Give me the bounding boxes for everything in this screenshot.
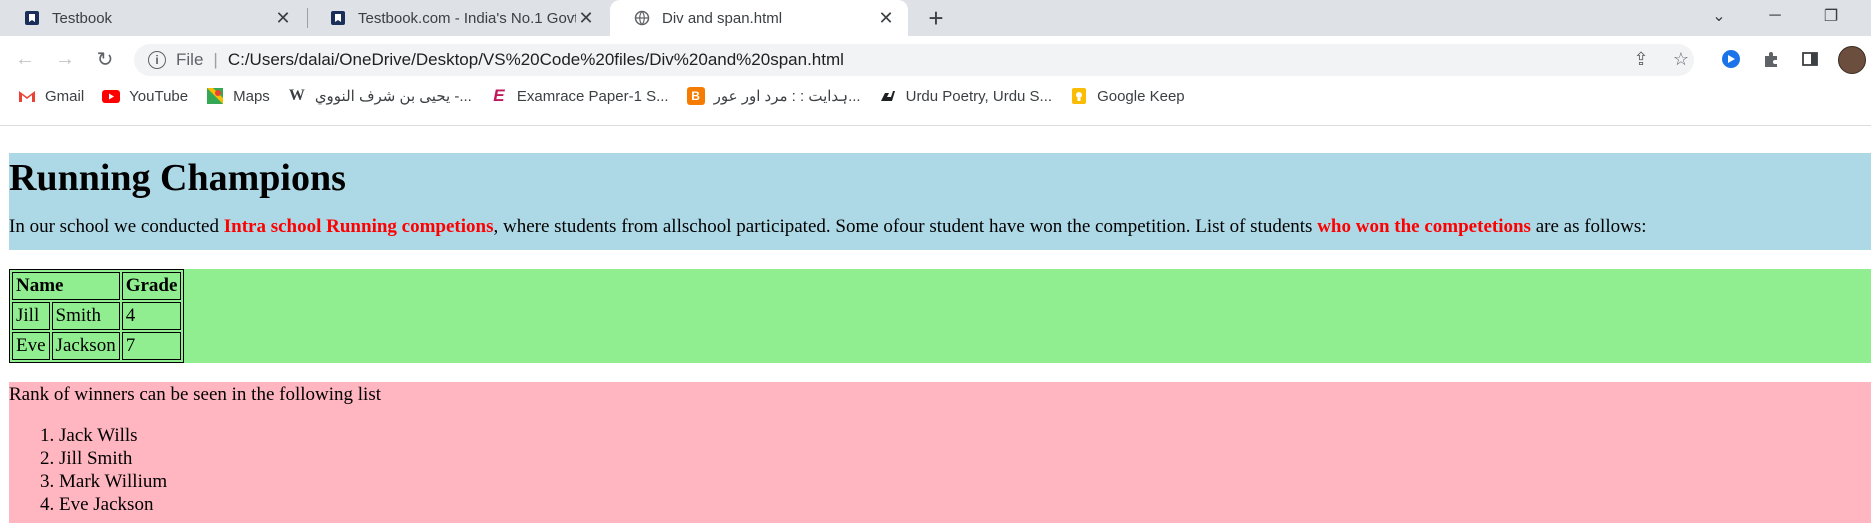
tab-title: Testbook bbox=[52, 9, 113, 27]
intro-text: are as follows: bbox=[1530, 216, 1647, 237]
minimize-button[interactable]: ─ bbox=[1752, 0, 1798, 32]
tab-strip: Testbook ✕ Testbook.com - India's No.1 G… bbox=[0, 0, 1871, 36]
youtube-icon bbox=[102, 87, 121, 105]
header-name: Name bbox=[12, 272, 120, 300]
highlight-span: Intra school Running competions bbox=[223, 216, 494, 237]
wikipedia-icon: W bbox=[288, 87, 305, 104]
list-item: Jack Wills bbox=[59, 424, 1871, 447]
tab-title: Testbook.com - India's No.1 Govt bbox=[358, 9, 576, 27]
profile-avatar[interactable] bbox=[1838, 46, 1866, 74]
puzzle-extensions-icon[interactable] bbox=[1758, 46, 1784, 72]
ranking-div: Rank of winners can be seen in the follo… bbox=[9, 382, 1871, 523]
new-tab-button[interactable]: + bbox=[922, 3, 950, 33]
share-icon[interactable]: ⇪ bbox=[1628, 46, 1654, 72]
bookmark-label: يحيى بن شرف النووي -... bbox=[314, 88, 472, 105]
page-viewport: Running Champions In our school we condu… bbox=[0, 126, 1871, 523]
url-text: C:/Users/dalai/OneDrive/Desktop/VS%20Cod… bbox=[227, 50, 844, 69]
side-panel-icon[interactable] bbox=[1797, 46, 1823, 72]
table-header-row: Name Grade bbox=[12, 272, 182, 300]
scheme-separator: | bbox=[213, 50, 218, 69]
tab-div-and-span[interactable]: Div and span.html ✕ bbox=[610, 0, 908, 36]
bookmark-label: Maps bbox=[233, 87, 270, 105]
url-scheme: File bbox=[176, 50, 204, 69]
bookmark-wikipedia[interactable]: W يحيى بن شرف النووي -... bbox=[288, 87, 472, 105]
highlight-span: who won the competetions bbox=[1317, 216, 1531, 237]
extension-icon[interactable] bbox=[1718, 46, 1744, 72]
keep-icon bbox=[1070, 87, 1088, 105]
close-tab-icon[interactable]: ✕ bbox=[273, 8, 293, 28]
bookmark-label: ہدایت : : مرد اور عور... bbox=[713, 88, 861, 105]
intro-text: In our school we conducted bbox=[9, 216, 224, 237]
maps-icon bbox=[206, 87, 224, 105]
grade-cell: 4 bbox=[121, 302, 182, 330]
close-tab-icon[interactable]: ✕ bbox=[876, 8, 896, 28]
globe-icon bbox=[634, 10, 650, 26]
list-item: Mark Willium bbox=[59, 470, 1871, 493]
bookmark-rekhta[interactable]: Urdu Poetry, Urdu S... bbox=[879, 87, 1052, 105]
forward-button[interactable]: → bbox=[48, 42, 82, 76]
tab-testbook[interactable]: Testbook ✕ bbox=[0, 0, 305, 36]
bookmark-examrace[interactable]: E Examrace Paper-1 S... bbox=[490, 86, 669, 105]
bookmarks-bar: Gmail YouTube Maps W يحيى بن شرف النووي … bbox=[0, 78, 1871, 114]
bookmark-youtube[interactable]: YouTube bbox=[102, 87, 188, 105]
bookmark-label: Urdu Poetry, Urdu S... bbox=[905, 87, 1053, 105]
last-name-cell: Smith bbox=[51, 302, 120, 330]
reload-button[interactable]: ↻ bbox=[88, 42, 122, 76]
bookmark-label: Gmail bbox=[45, 87, 85, 105]
site-info-icon[interactable]: i bbox=[148, 51, 166, 69]
bookmark-blogger[interactable]: B ہدایت : : مرد اور عور... bbox=[686, 87, 861, 105]
header-grade: Grade bbox=[121, 272, 182, 300]
tab-search-chevron-icon[interactable]: ⌄ bbox=[1696, 0, 1742, 32]
back-button[interactable]: ← bbox=[8, 42, 42, 76]
rekhta-icon bbox=[879, 87, 897, 105]
bookmark-maps[interactable]: Maps bbox=[206, 87, 270, 105]
intro-text: , where students from allschool particip… bbox=[493, 216, 1318, 237]
table-row: Eve Jackson 7 bbox=[12, 332, 182, 360]
close-tab-icon[interactable]: ✕ bbox=[576, 8, 596, 28]
winners-table: Name Grade Jill Smith 4 Eve Jackson 7 bbox=[9, 269, 185, 363]
page-title: Running Champions bbox=[9, 157, 346, 199]
table-div: Name Grade Jill Smith 4 Eve Jackson 7 bbox=[9, 269, 1871, 363]
list-item: Jill Smith bbox=[59, 447, 1871, 470]
tab-title: Div and span.html bbox=[662, 9, 783, 27]
bookmark-label: Examrace Paper-1 S... bbox=[516, 87, 669, 105]
bookmark-google-keep[interactable]: Google Keep bbox=[1070, 87, 1185, 105]
examrace-icon: E bbox=[493, 86, 505, 105]
last-name-cell: Jackson bbox=[51, 332, 120, 360]
bookmark-label: Google Keep bbox=[1097, 87, 1185, 105]
rank-list: Jack Wills Jill Smith Mark Willium Eve J… bbox=[9, 424, 1871, 516]
browser-toolbar: ← → ↻ i File | C:/Users/dalai/OneDrive/D… bbox=[0, 36, 1871, 124]
grade-cell: 7 bbox=[121, 332, 182, 360]
testbook-icon bbox=[25, 11, 39, 25]
gmail-icon bbox=[18, 87, 36, 105]
restore-button[interactable]: ❐ bbox=[1808, 0, 1854, 32]
intro-paragraph: In our school we conducted Intra school … bbox=[9, 216, 1871, 238]
address-bar[interactable]: i File | C:/Users/dalai/OneDrive/Desktop… bbox=[134, 44, 1694, 76]
bookmark-star-icon[interactable]: ☆ bbox=[1668, 46, 1694, 72]
bookmark-label: YouTube bbox=[129, 87, 189, 105]
table-row: Jill Smith 4 bbox=[12, 302, 182, 330]
testbook-icon bbox=[331, 11, 345, 25]
first-name-cell: Jill bbox=[12, 302, 50, 330]
first-name-cell: Eve bbox=[12, 332, 50, 360]
rank-intro: Rank of winners can be seen in the follo… bbox=[9, 384, 382, 405]
list-item: Eve Jackson bbox=[59, 493, 1871, 516]
intro-div: Running Champions In our school we condu… bbox=[9, 153, 1871, 250]
tab-testbook-india[interactable]: Testbook.com - India's No.1 Govt ✕ bbox=[306, 0, 608, 36]
bookmark-gmail[interactable]: Gmail bbox=[18, 87, 84, 105]
blogger-icon: B bbox=[686, 87, 705, 105]
